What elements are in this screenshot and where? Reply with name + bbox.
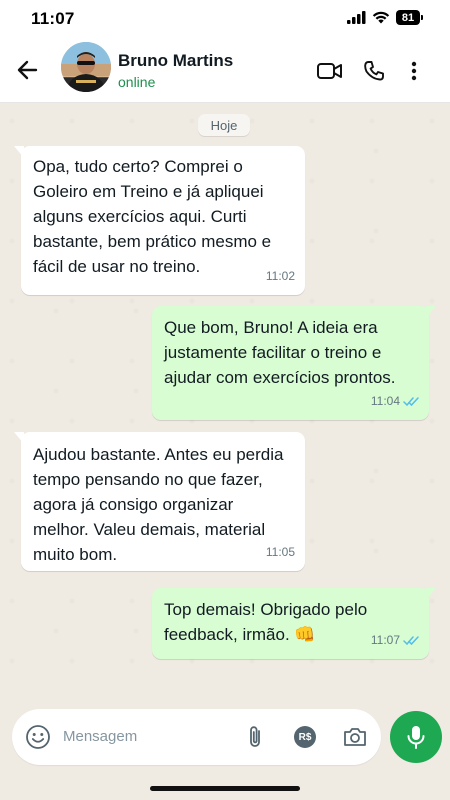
message-list[interactable]: Hoje Opa, tudo certo? Comprei o Goleiro … xyxy=(0,103,450,703)
attach-icon xyxy=(250,726,260,747)
emoji-button[interactable] xyxy=(24,723,52,751)
wifi-icon xyxy=(372,11,390,24)
bubble-tail xyxy=(14,432,24,444)
contact-name[interactable]: Bruno Martins xyxy=(118,51,233,71)
payment-icon: R$ xyxy=(294,726,316,748)
avatar-photo xyxy=(61,42,111,92)
bubble-tail xyxy=(14,146,24,158)
chat-header: Bruno Martins online xyxy=(0,36,450,103)
payment-button[interactable]: R$ xyxy=(291,723,319,751)
message-time: 11:04 xyxy=(370,394,400,408)
video-call-button[interactable] xyxy=(316,58,344,84)
message-meta: 11:05 xyxy=(266,540,295,565)
message-bubble-outgoing[interactable]: Top demais! Obrigado pelo feedback, irmã… xyxy=(152,588,436,659)
camera-button[interactable] xyxy=(341,723,369,751)
battery-indicator: 81 xyxy=(396,10,423,25)
message-time: 11:05 xyxy=(265,545,295,559)
message-text: Opa, tudo certo? Comprei o Goleiro em Tr… xyxy=(33,157,272,276)
video-call-icon xyxy=(317,63,342,79)
message-time: 11:07 xyxy=(370,633,400,647)
attach-button[interactable] xyxy=(241,723,269,751)
contact-status: online xyxy=(118,74,156,90)
bubble-tail xyxy=(426,306,436,318)
double-check-icon xyxy=(403,397,419,407)
message-composer: Mensagem R$ xyxy=(12,709,381,765)
more-options-button[interactable] xyxy=(400,58,428,84)
message-text: Ajudou bastante. Antes eu perdia tempo p… xyxy=(33,445,284,564)
message-time: 11:02 xyxy=(265,269,295,283)
more-options-icon xyxy=(411,61,417,81)
back-button[interactable] xyxy=(14,56,42,84)
date-chip: Hoje xyxy=(198,114,250,136)
voice-call-icon xyxy=(364,61,384,81)
status-time: 11:07 xyxy=(31,9,75,28)
message-bubble-incoming[interactable]: Opa, tudo certo? Comprei o Goleiro em Tr… xyxy=(14,146,305,295)
bubble-tail xyxy=(426,588,436,600)
mic-icon xyxy=(407,726,425,749)
emoji-icon xyxy=(26,725,50,749)
home-indicator[interactable] xyxy=(150,786,300,791)
message-meta: 11:07 xyxy=(371,628,419,653)
status-icons: 81 xyxy=(347,10,423,25)
message-bubble-incoming[interactable]: Ajudou bastante. Antes eu perdia tempo p… xyxy=(14,432,305,571)
message-bubble-outgoing[interactable]: Que bom, Bruno! A ideia era justamente f… xyxy=(152,306,436,420)
payment-icon-label: R$ xyxy=(298,731,312,743)
back-arrow-icon xyxy=(17,60,38,80)
avatar[interactable] xyxy=(61,42,111,92)
camera-icon xyxy=(344,728,366,746)
signal-icon xyxy=(347,11,366,24)
voice-message-button[interactable] xyxy=(390,711,442,763)
voice-call-button[interactable] xyxy=(360,58,388,84)
status-bar: 11:07 81 xyxy=(0,0,450,36)
message-meta: 11:04 xyxy=(371,389,419,414)
message-text: Que bom, Bruno! A ideia era justamente f… xyxy=(164,318,396,387)
double-check-icon xyxy=(403,636,419,646)
message-input[interactable]: Mensagem xyxy=(63,728,137,745)
message-meta: 11:02 xyxy=(266,264,295,289)
